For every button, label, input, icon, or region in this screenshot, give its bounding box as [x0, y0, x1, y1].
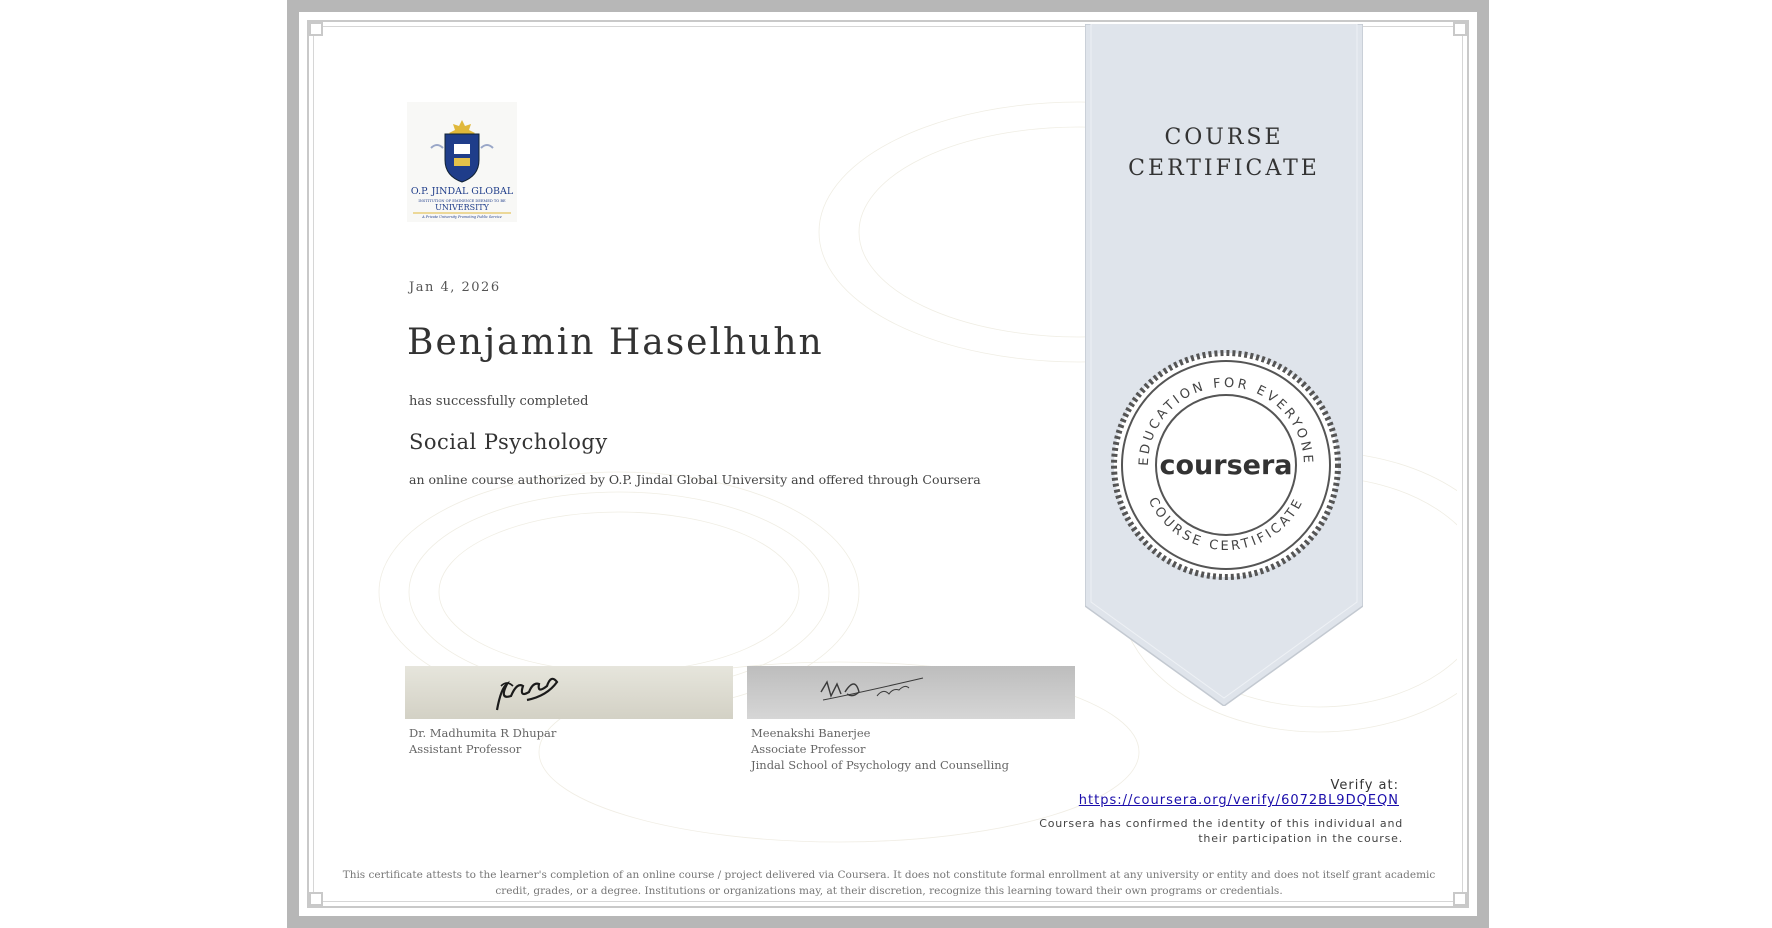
signatory-2-title: Associate Professor [751, 742, 866, 756]
certificate-type-heading: COURSE CERTIFICATE [1085, 122, 1363, 184]
signatory-2: Meenakshi Banerjee Associate Professor J… [751, 725, 1009, 773]
coursera-seal: EDUCATION FOR EVERYONE COURSE CERTIFICAT… [1111, 350, 1341, 580]
corner-ornament-bl [309, 892, 323, 906]
signatory-2-name: Meenakshi Banerjee [751, 726, 871, 740]
signature-image-1 [405, 666, 733, 719]
signature-scribble-2 [820, 677, 924, 701]
signatory-1: Dr. Madhumita R Dhupar Assistant Profess… [409, 725, 556, 757]
issue-date: Jan 4, 2026 [409, 280, 501, 295]
signatory-1-title: Assistant Professor [409, 742, 522, 756]
corner-ornament-tl [309, 22, 323, 36]
certificate-sheet: COURSE CERTIFICATE EDUCATION FOR EVERYON… [287, 0, 1489, 928]
course-authorization: an online course authorized by O.P. Jind… [409, 472, 981, 487]
identity-confirmation: Coursera has confirmed the identity of t… [1039, 817, 1403, 845]
certificate-type-line2: CERTIFICATE [1128, 156, 1320, 181]
corner-ornament-tr [1453, 22, 1467, 36]
logo-line1: O.P. JINDAL GLOBAL [411, 186, 514, 197]
certificate-type-line1: COURSE [1164, 125, 1284, 150]
corner-ornament-br [1453, 892, 1467, 906]
disclaimer-text: This certificate attests to the learner'… [342, 869, 1436, 897]
seal-brand-text: coursera [1159, 450, 1292, 481]
logo-line4: A Private University Promoting Public Se… [421, 215, 501, 219]
recipient-name: Benjamin Haselhuhn [407, 322, 824, 363]
signatory-1-name: Dr. Madhumita R Dhupar [409, 726, 557, 740]
signature-scribble-1 [495, 677, 559, 711]
logo-line3: UNIVERSITY [435, 203, 490, 212]
verify-label: Verify at: [1330, 778, 1399, 793]
signatory-2-dept: Jindal School of Psychology and Counsell… [751, 758, 1010, 772]
signature-image-2 [747, 666, 1075, 719]
course-title: Social Psychology [409, 430, 608, 454]
certificate-paper: COURSE CERTIFICATE EDUCATION FOR EVERYON… [299, 12, 1477, 916]
university-logo: O.P. JINDAL GLOBAL INSTITUTION OF EMINEN… [407, 102, 517, 222]
completion-phrase: has successfully completed [409, 394, 589, 409]
verify-link[interactable]: https://coursera.org/verify/6072BL9DQEQN [1079, 793, 1399, 808]
